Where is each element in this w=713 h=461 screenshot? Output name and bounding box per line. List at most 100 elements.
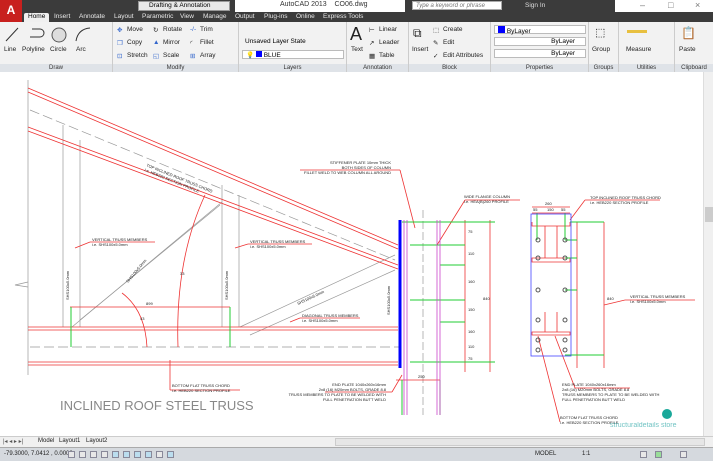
tab-nav-arrows[interactable]: |◂ ◂ ▸ ▸|	[3, 438, 23, 445]
text-icon[interactable]: A	[350, 24, 362, 45]
color-dropdown[interactable]: ByLayer	[494, 25, 586, 35]
application-menu-button[interactable]: A	[0, 0, 22, 22]
layers-panel-label[interactable]: Layers	[239, 64, 346, 72]
scroll-thumb[interactable]	[705, 207, 713, 222]
create-label: Create	[443, 26, 463, 34]
sign-in-button[interactable]: Sign In	[525, 2, 545, 9]
line-button[interactable]: Line	[4, 46, 16, 53]
paste-button[interactable]: Paste	[679, 46, 696, 53]
tab-annotate[interactable]: Annotate	[79, 13, 105, 20]
polyline-button[interactable]: Polyline	[22, 46, 45, 53]
lineweight-dropdown[interactable]: ByLayer	[494, 49, 586, 58]
layer-color-swatch	[255, 51, 262, 57]
edit-label: Edit	[443, 39, 455, 47]
annotation-panel-label[interactable]: Annotation	[347, 64, 408, 72]
ortho-toggle[interactable]	[90, 451, 97, 458]
move-button[interactable]: ✥ Move	[117, 26, 143, 34]
measure-button[interactable]: Measure	[626, 46, 651, 53]
move-label: Move	[127, 26, 143, 34]
isolate-objects-icon[interactable]	[655, 451, 662, 458]
fillet-button[interactable]: ◜ Fillet	[190, 39, 214, 47]
groups-panel-label[interactable]: Groups	[589, 64, 618, 72]
tab-manage[interactable]: Manage	[203, 13, 227, 20]
tab-online[interactable]: Online	[296, 13, 315, 20]
properties-panel: ByLayer ByLayer ByLayer Properties	[491, 22, 589, 72]
vertical-scrollbar[interactable]	[703, 72, 713, 436]
scale-icon: ◱	[153, 53, 160, 60]
rotate-button[interactable]: ↻ Rotate	[153, 26, 183, 34]
insert-button[interactable]: Insert	[412, 46, 428, 53]
trim-button[interactable]: -/- Trim	[190, 26, 213, 33]
clipboard-panel-label[interactable]: Clipboard	[675, 64, 713, 72]
tab-express-tools[interactable]: Express Tools	[323, 13, 363, 20]
tab-view[interactable]: View	[180, 13, 194, 20]
trim-label: Trim	[200, 26, 213, 34]
table-icon: ▦	[369, 53, 376, 60]
workspace-dropdown[interactable]: Drafting & Annotation	[138, 1, 230, 11]
model-space-button[interactable]: MODEL	[535, 451, 556, 457]
stretch-button[interactable]: ⊡ Stretch	[117, 52, 148, 60]
utilities-panel-label[interactable]: Utilities	[619, 64, 674, 72]
close-icon[interactable]: ×	[695, 0, 700, 10]
rotate-label: Rotate	[163, 26, 183, 34]
clean-screen-icon[interactable]	[680, 451, 687, 458]
groups-panel: ⬚ Group Groups	[589, 22, 619, 72]
leader-button[interactable]: ↗ Leader	[369, 39, 399, 47]
annotation-scale[interactable]: 1:1	[582, 451, 590, 457]
drawing-canvas[interactable]: INCLINED ROOF STEEL TRUSS TOP INCLINED R…	[0, 72, 703, 436]
transparency-toggle[interactable]	[167, 451, 174, 458]
polar-toggle[interactable]	[101, 451, 108, 458]
label-line: i.e. HEB220 SECTION PROFILE	[172, 388, 231, 393]
maximize-icon[interactable]: □	[668, 0, 673, 10]
stretch-icon: ⊡	[117, 53, 123, 60]
linetype-dropdown[interactable]: ByLayer	[494, 37, 586, 46]
tab-model[interactable]: Model	[38, 438, 54, 444]
grid-toggle[interactable]	[79, 451, 86, 458]
create-button[interactable]: ⬚ Create	[433, 26, 463, 34]
label-line: i.e. SHS100x5.0mm	[92, 242, 128, 247]
member-tag: SHS100x5.0mm	[224, 270, 229, 300]
ribbon-tabs: Home Insert Annotate Layout Parametric V…	[0, 12, 713, 22]
edit-button[interactable]: ✎ Edit	[433, 39, 455, 47]
snap-toggle[interactable]	[68, 451, 75, 458]
minimize-icon[interactable]: –	[640, 0, 645, 10]
osnap-toggle[interactable]	[112, 451, 119, 458]
array-button[interactable]: ⊞ Array	[190, 52, 216, 60]
ducs-toggle[interactable]	[134, 451, 141, 458]
watermark-logo	[662, 409, 672, 419]
tab-plugins[interactable]: Plug-ins	[264, 13, 287, 20]
lineweight-toggle[interactable]	[156, 451, 163, 458]
properties-panel-label[interactable]: Properties	[491, 64, 588, 72]
otrack-toggle[interactable]	[123, 451, 130, 458]
text-button[interactable]: Text	[351, 46, 363, 53]
dim-span: 899	[146, 301, 153, 306]
edit-attributes-button[interactable]: ✓ Edit Attributes	[433, 52, 483, 60]
fillet-label: Fillet	[200, 39, 214, 47]
group-button[interactable]: Group	[592, 46, 610, 53]
tab-parametric[interactable]: Parametric	[142, 13, 173, 20]
search-input[interactable]: Type a keyword or phrase	[412, 1, 502, 10]
member-tag: SHS100x5.0mm	[386, 285, 391, 315]
tab-home[interactable]: Home	[24, 13, 50, 22]
linear-button[interactable]: ⊢ Linear	[369, 26, 397, 34]
tab-output[interactable]: Output	[235, 13, 255, 20]
tab-layout2[interactable]: Layout2	[86, 438, 107, 444]
layer-state-dropdown[interactable]: Unsaved Layer State	[242, 38, 344, 47]
copy-button[interactable]: ❐ Copy	[117, 39, 142, 47]
mirror-button[interactable]: ▲ Mirror	[153, 39, 180, 46]
tab-layout[interactable]: Layout	[114, 13, 134, 20]
block-panel-label[interactable]: Block	[409, 64, 490, 72]
arc-button[interactable]: Arc	[76, 46, 86, 53]
tab-insert[interactable]: Insert	[54, 13, 70, 20]
table-button[interactable]: ▦ Table	[369, 52, 395, 60]
modify-panel-label[interactable]: Modify	[113, 64, 238, 72]
draw-panel-label[interactable]: Draw	[0, 64, 112, 72]
rotate-icon: ↻	[153, 27, 159, 34]
circle-button[interactable]: Circle	[50, 46, 67, 53]
layer-dropdown[interactable]: 💡 BLUE	[242, 50, 344, 59]
dyn-toggle[interactable]	[145, 451, 152, 458]
tab-layout1[interactable]: Layout1	[59, 438, 80, 444]
workspace-switch-icon[interactable]	[640, 451, 647, 458]
scale-button[interactable]: ◱ Scale	[153, 52, 179, 60]
horizontal-scrollbar[interactable]	[335, 438, 705, 446]
